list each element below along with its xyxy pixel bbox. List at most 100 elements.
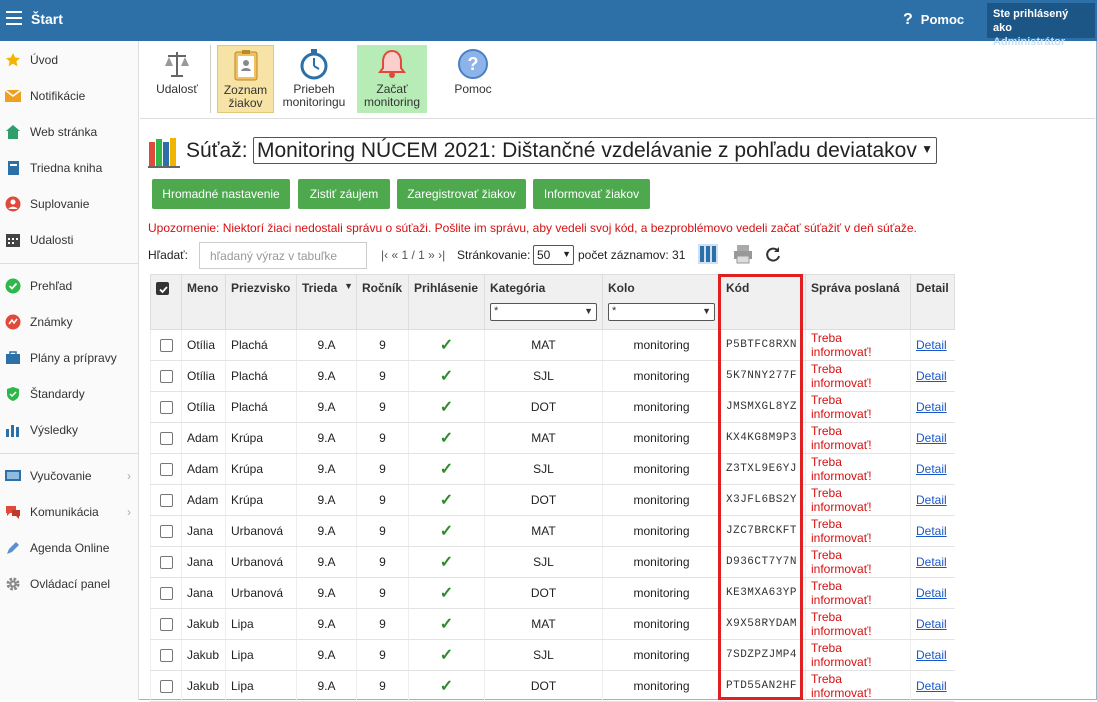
sidebar-item-triedna-kniha[interactable]: Triedna kniha xyxy=(0,153,139,183)
detail-link[interactable]: Detail xyxy=(910,515,955,547)
row-checkbox-cell[interactable] xyxy=(150,670,182,702)
col-header-detail[interactable]: Detail xyxy=(910,274,955,330)
row-checkbox[interactable] xyxy=(159,525,173,539)
sidebar-item-vyucovanie[interactable]: Vyučovanie › xyxy=(0,461,139,491)
row-checkbox[interactable] xyxy=(159,587,173,601)
row-checkbox[interactable] xyxy=(159,432,173,446)
detail-link[interactable]: Detail xyxy=(910,608,955,640)
detail-link[interactable]: Detail xyxy=(910,453,955,485)
detail-link[interactable]: Detail xyxy=(910,670,955,702)
detail-link[interactable]: Detail xyxy=(910,360,955,392)
col-header-trieda[interactable]: Trieda ▼ xyxy=(296,274,357,330)
table-row[interactable]: Adam Krúpa 9.A 9 ✓ SJL monitoring Z3TXL9E6YJ Tre… xyxy=(150,453,955,485)
print-icon[interactable] xyxy=(732,243,754,268)
sidebar-item-prehlad[interactable]: Prehľad xyxy=(0,271,139,301)
table-row[interactable]: Jana Urbanová 9.A 9 ✓ DOT monitoring KE3MXA63YP… xyxy=(150,577,955,609)
detail-link[interactable]: Detail xyxy=(910,546,955,578)
row-checkbox[interactable] xyxy=(159,463,173,477)
menu-icon[interactable] xyxy=(6,11,22,25)
detail-link[interactable]: Detail xyxy=(910,639,955,671)
table-row[interactable]: Otília Plachá 9.A 9 ✓ SJL monitoring 5K7NNY277F… xyxy=(150,360,955,392)
row-checkbox-cell[interactable] xyxy=(150,391,182,423)
row-checkbox[interactable] xyxy=(159,618,173,632)
table-row[interactable]: Jana Urbanová 9.A 9 ✓ SJL monitoring D936CT7Y7N… xyxy=(150,546,955,578)
row-checkbox-cell[interactable] xyxy=(150,546,182,578)
columns-icon[interactable] xyxy=(697,243,719,268)
col-header-prihlasenie[interactable]: Prihlásenie xyxy=(408,274,485,330)
sidebar-item-udalosti[interactable]: Udalosti xyxy=(0,225,139,255)
inform-students-button[interactable]: Informovať žiakov xyxy=(533,179,650,209)
search-input[interactable]: hľadaný výraz v tabuľke xyxy=(199,242,367,269)
row-checkbox-cell[interactable] xyxy=(150,608,182,640)
detail-link[interactable]: Detail xyxy=(910,391,955,423)
category-filter[interactable]: * ▼ xyxy=(490,303,597,321)
page-size-select[interactable]: 50 ▼ xyxy=(533,245,574,265)
student-list-button[interactable]: Zoznam žiakov xyxy=(217,45,274,113)
cell-kod: KE3MXA63YP xyxy=(720,577,806,609)
row-checkbox-cell[interactable] xyxy=(150,453,182,485)
row-checkbox-cell[interactable] xyxy=(150,577,182,609)
detail-link[interactable]: Detail xyxy=(910,577,955,609)
competition-selected: Monitoring NÚCEM 2021: Dištančné vzdeláv… xyxy=(257,139,917,162)
detail-link[interactable]: Detail xyxy=(910,422,955,454)
bulk-settings-button[interactable]: Hromadné nastavenie xyxy=(152,179,290,209)
find-interest-button[interactable]: Zistiť záujem xyxy=(298,179,390,209)
sidebar-item-znamky[interactable]: Známky xyxy=(0,307,139,337)
round-filter[interactable]: * ▼ xyxy=(608,303,715,321)
col-header-sprava[interactable]: Správa poslaná xyxy=(805,274,911,330)
refresh-icon[interactable] xyxy=(765,246,781,265)
col-header-meno[interactable]: Meno xyxy=(181,274,226,330)
table-row[interactable]: Jana Urbanová 9.A 9 ✓ MAT monitoring JZC7BRCKFT… xyxy=(150,515,955,547)
col-header-kategoria[interactable]: Kategória * ▼ xyxy=(484,274,603,330)
detail-link[interactable]: Detail xyxy=(910,329,955,361)
table-row[interactable]: Jakub Lipa 9.A 9 ✓ SJL monitoring 7SDZPZJMP4 Tre… xyxy=(150,639,955,671)
row-checkbox-cell[interactable] xyxy=(150,360,182,392)
sidebar-item-standardy[interactable]: Štandardy xyxy=(0,379,139,409)
sidebar-item-vysledky[interactable]: Výsledky xyxy=(0,415,139,445)
col-header-kolo[interactable]: Kolo * ▼ xyxy=(602,274,721,330)
row-checkbox[interactable] xyxy=(159,339,173,353)
sidebar-item-suplovanie[interactable]: Suplovanie xyxy=(0,189,139,219)
table-row[interactable]: Adam Krúpa 9.A 9 ✓ MAT monitoring KX4KG8M9P3 Tre… xyxy=(150,422,955,454)
chat-icon xyxy=(4,503,22,521)
user-box[interactable]: Ste prihlásený ako Administrátor xyxy=(987,3,1095,48)
row-checkbox[interactable] xyxy=(159,649,173,663)
col-header-kod[interactable]: Kód xyxy=(720,274,806,330)
row-checkbox-cell[interactable] xyxy=(150,484,182,516)
table-row[interactable]: Jakub Lipa 9.A 9 ✓ MAT monitoring X9X58RYDAM Tre… xyxy=(150,608,955,640)
pager[interactable]: |‹ « 1 / 1 » ›| xyxy=(381,248,445,262)
detail-link[interactable]: Detail xyxy=(910,484,955,516)
sidebar-item-uvod[interactable]: Úvod xyxy=(0,45,139,75)
col-header-priezvisko[interactable]: Priezvisko xyxy=(225,274,297,330)
start-monitoring-button[interactable]: Začať monitoring xyxy=(357,45,427,113)
sidebar-item-agenda[interactable]: Agenda Online xyxy=(0,533,139,563)
app-title[interactable]: Štart xyxy=(31,11,63,27)
row-checkbox[interactable] xyxy=(159,556,173,570)
competition-select[interactable]: Monitoring NÚCEM 2021: Dištančné vzdeláv… xyxy=(253,137,937,164)
sidebar-item-notifikacie[interactable]: Notifikácie xyxy=(0,81,139,111)
row-checkbox[interactable] xyxy=(159,680,173,694)
row-checkbox-cell[interactable] xyxy=(150,515,182,547)
sidebar-item-komunikacia[interactable]: Komunikácia › xyxy=(0,497,139,527)
row-checkbox-cell[interactable] xyxy=(150,422,182,454)
help-link[interactable]: ? Pomoc xyxy=(903,11,964,29)
row-checkbox[interactable] xyxy=(159,401,173,415)
table-row[interactable]: Otília Plachá 9.A 9 ✓ DOT monitoring JMSMXGL8YZ… xyxy=(150,391,955,423)
table-row[interactable]: Jakub Lipa 9.A 9 ✓ DOT monitoring PTD55AN2HF Tre… xyxy=(150,670,955,702)
row-checkbox[interactable] xyxy=(159,494,173,508)
table-row[interactable]: Otília Plachá 9.A 9 ✓ MAT monitoring P5BTFC8RXN… xyxy=(150,329,955,361)
col-header-rocnik[interactable]: Ročník xyxy=(356,274,409,330)
row-checkbox[interactable] xyxy=(159,370,173,384)
sidebar-item-web[interactable]: Web stránka xyxy=(0,117,139,147)
select-all-checkbox[interactable] xyxy=(156,282,169,296)
monitoring-progress-button[interactable]: Priebeh monitoringu xyxy=(280,45,348,113)
row-checkbox-cell[interactable] xyxy=(150,329,182,361)
event-button[interactable]: Udalosť xyxy=(150,45,204,113)
sidebar-item-ovladaci-panel[interactable]: Ovládací panel xyxy=(0,569,139,599)
help-button[interactable]: ? Pomoc xyxy=(440,45,506,113)
register-students-button[interactable]: Zaregistrovať žiakov xyxy=(397,179,526,209)
row-checkbox-cell[interactable] xyxy=(150,639,182,671)
select-all-header[interactable] xyxy=(150,274,182,330)
table-row[interactable]: Adam Krúpa 9.A 9 ✓ DOT monitoring X3JFL6BS2Y Tre… xyxy=(150,484,955,516)
sidebar-item-plany[interactable]: Plány a prípravy xyxy=(0,343,139,373)
